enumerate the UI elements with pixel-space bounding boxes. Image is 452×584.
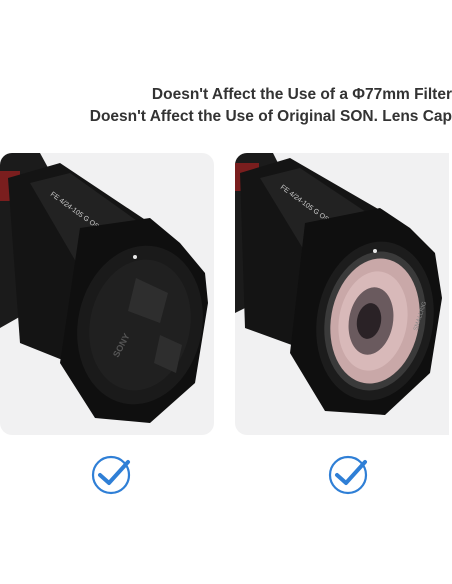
checkmark-circle-icon — [328, 455, 368, 495]
checkmark-circle-icon — [91, 455, 131, 495]
lens-cap-panel: FE 4/24-105 G OSS SONY — [0, 153, 214, 435]
headline-line-2: Doesn't Affect the Use of Original SON. … — [89, 108, 452, 125]
lens-with-filter-image: FE 4/24-105 G OSS SMALLRIG — [235, 153, 442, 415]
lens-with-cap-image: FE 4/24-105 G OSS SONY — [0, 153, 208, 423]
headline-line-1: Doesn't Affect the Use of a Φ77mm Filter — [151, 86, 452, 103]
filter-panel: FE 4/24-105 G OSS SMALLRIG — [235, 153, 449, 435]
